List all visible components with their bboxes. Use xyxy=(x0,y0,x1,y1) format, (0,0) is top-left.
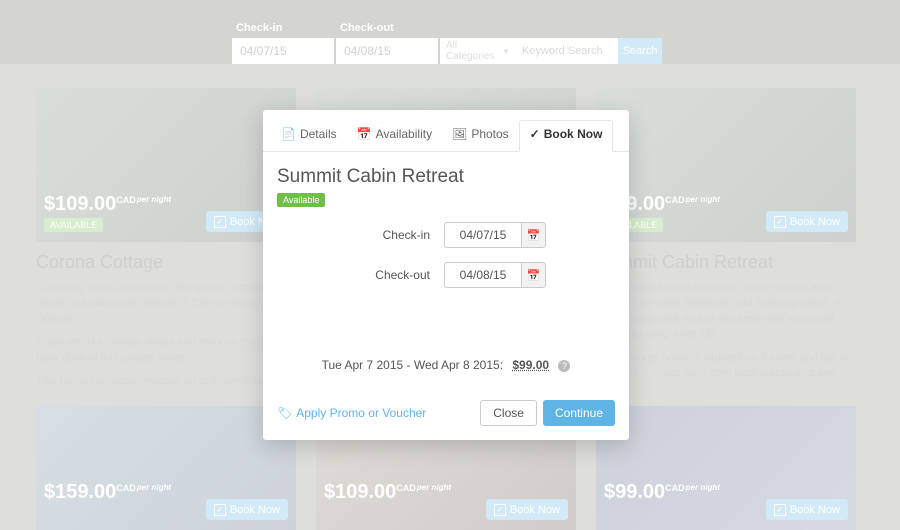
tab-details[interactable]: 📄 Details xyxy=(271,120,347,151)
date-range: Tue Apr 7 2015 - Wed Apr 8 2015: xyxy=(322,358,503,372)
booking-modal: 📄 Details 📅 Availability 🖼 Photos ✓ Book… xyxy=(263,110,629,440)
modal-tabs: 📄 Details 📅 Availability 🖼 Photos ✓ Book… xyxy=(263,110,629,152)
tag-icon: 🏷 xyxy=(277,406,292,420)
apply-promo-link[interactable]: 🏷 Apply Promo or Voucher xyxy=(277,406,426,420)
continue-button[interactable]: Continue xyxy=(543,400,615,426)
tab-photos[interactable]: 🖼 Photos xyxy=(442,120,519,151)
modal-checkin-label: Check-in xyxy=(346,228,430,242)
details-icon: 📄 xyxy=(281,127,296,141)
check-icon: ✓ xyxy=(530,127,540,141)
modal-checkout-input[interactable] xyxy=(444,262,522,288)
modal-checkout-label: Check-out xyxy=(346,268,430,282)
tab-book-now[interactable]: ✓ Book Now xyxy=(519,120,614,152)
calendar-icon: 📅 xyxy=(357,127,372,141)
calendar-picker-button[interactable]: 📅 xyxy=(522,222,546,248)
calendar-icon: 📅 xyxy=(527,229,541,242)
modal-checkin-input[interactable] xyxy=(444,222,522,248)
calendar-icon: 📅 xyxy=(527,269,541,282)
modal-title: Summit Cabin Retreat xyxy=(277,166,615,188)
close-button[interactable]: Close xyxy=(480,400,537,426)
photo-icon: 🖼 xyxy=(452,127,467,141)
tab-availability[interactable]: 📅 Availability xyxy=(347,120,442,151)
calendar-picker-button[interactable]: 📅 xyxy=(522,262,546,288)
price-summary: Tue Apr 7 2015 - Wed Apr 8 2015: $99.00 … xyxy=(277,358,615,372)
total-price: $99.00 xyxy=(512,358,549,372)
help-icon[interactable]: ? xyxy=(558,360,570,372)
available-badge: Available xyxy=(277,193,325,207)
